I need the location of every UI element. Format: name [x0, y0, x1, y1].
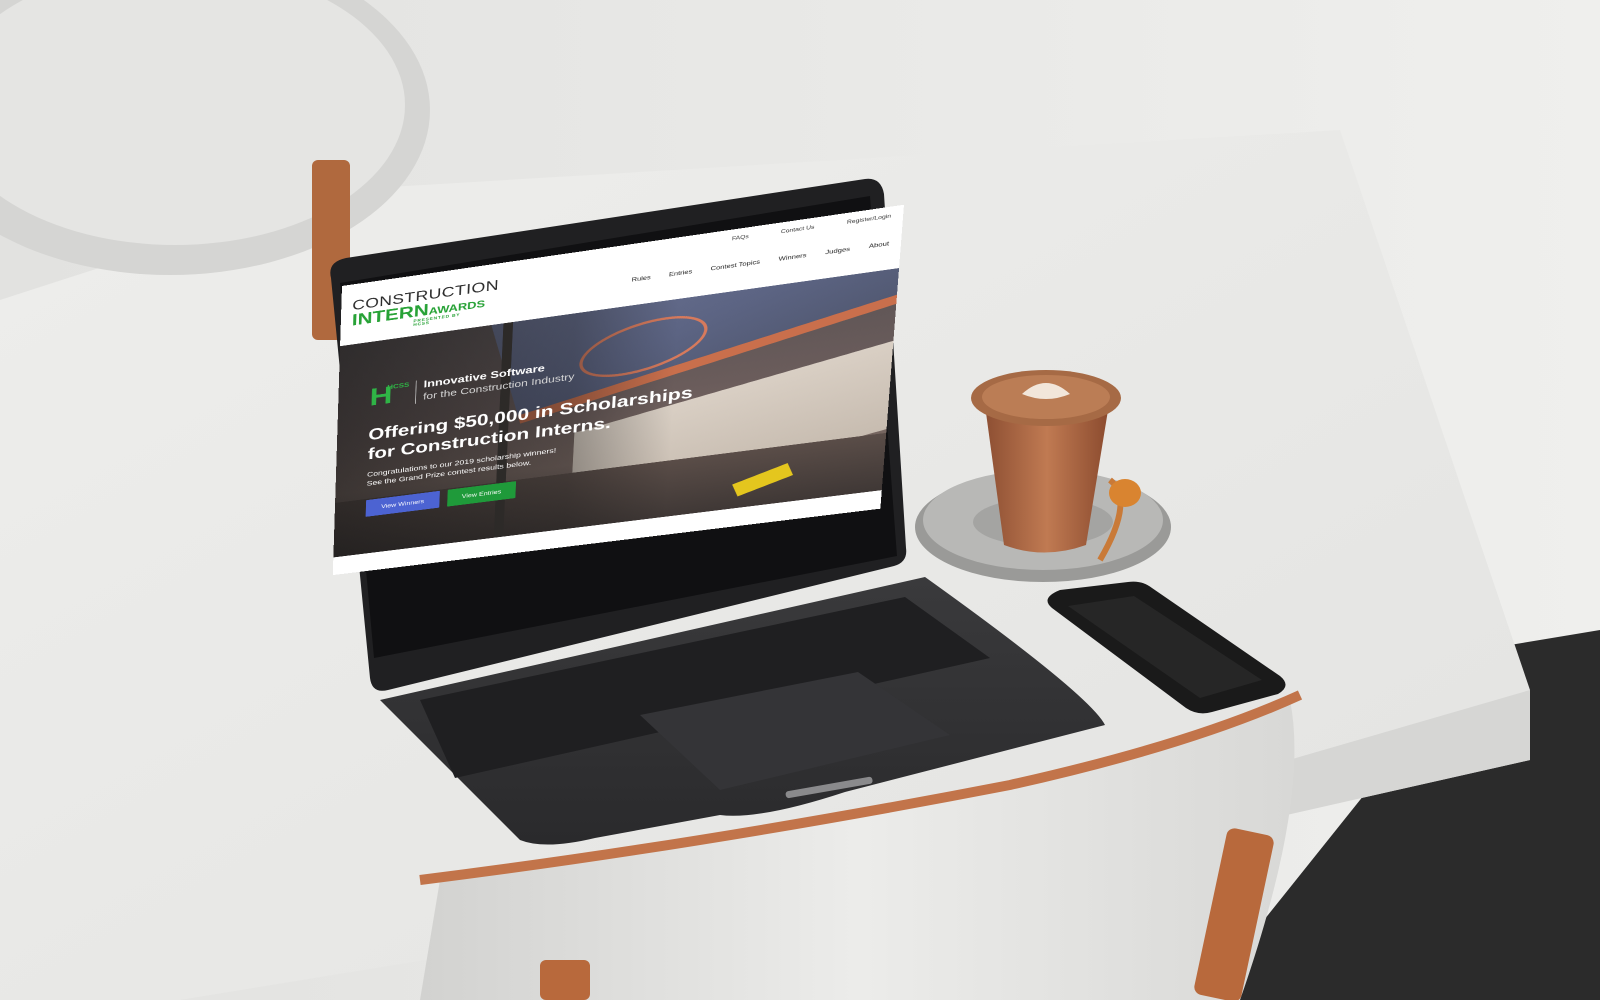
nav-link-contest-topics[interactable]: Contest Topics [710, 258, 760, 271]
nav-link-about[interactable]: About [869, 240, 890, 249]
nav-link-rules[interactable]: Rules [632, 274, 651, 283]
nav-link-entries[interactable]: Entries [669, 268, 693, 278]
nav-link-judges[interactable]: Judges [825, 246, 850, 256]
nav-link-register-login[interactable]: Register/Login [847, 213, 892, 225]
hcss-logo-text: HCSS [387, 381, 410, 392]
site-logo[interactable]: CONSTRUCTION INTERNAWARDS PRESENTED BY H… [351, 277, 500, 336]
nav-link-winners[interactable]: Winners [778, 252, 806, 262]
nav-link-contact-us[interactable]: Contact Us [781, 224, 815, 235]
nav-link-faqs[interactable]: FAQs [732, 234, 749, 242]
hcss-logo: H HCSS [369, 381, 410, 411]
